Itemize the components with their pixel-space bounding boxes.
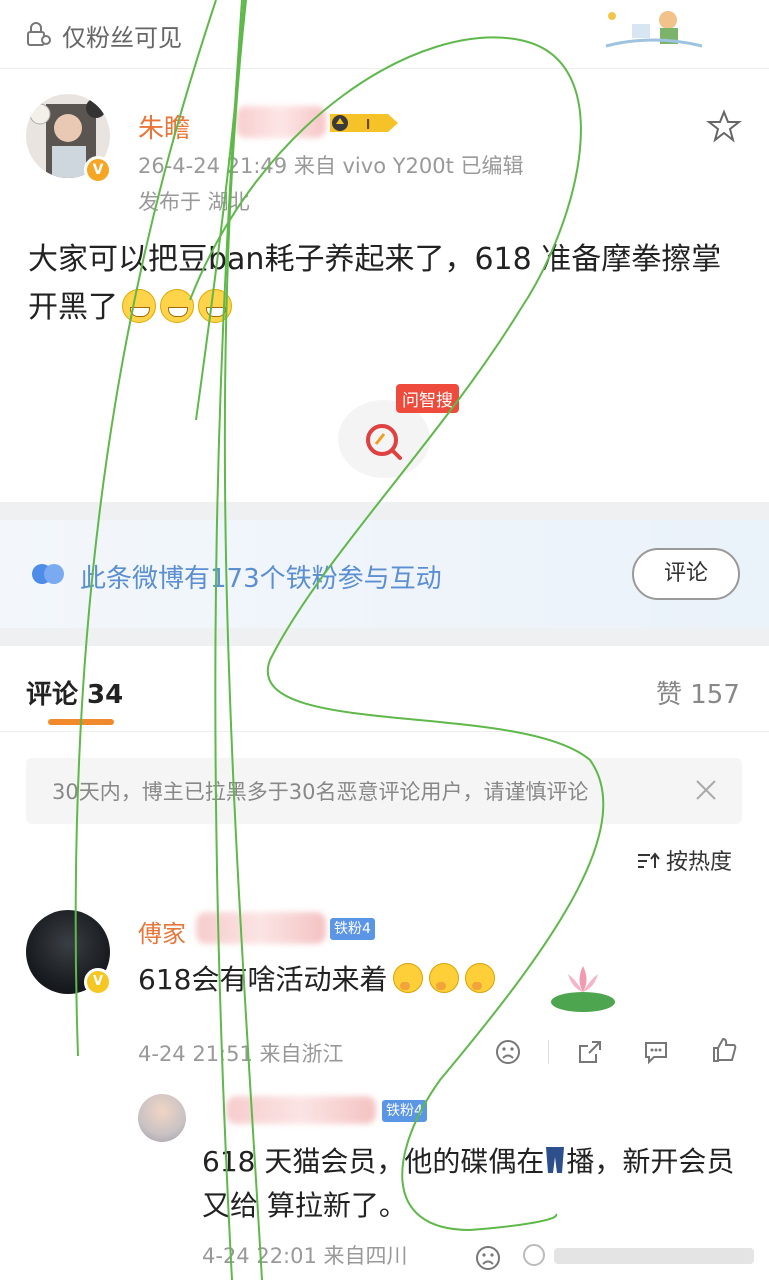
close-icon[interactable] bbox=[692, 776, 720, 804]
jeans-emoji-icon bbox=[546, 1147, 565, 1173]
dislike-face-icon[interactable] bbox=[494, 1038, 522, 1066]
grin-emoji-icon bbox=[198, 289, 232, 323]
section-divider bbox=[0, 628, 769, 646]
sort-icon bbox=[638, 852, 660, 868]
decoration-illustration bbox=[605, 11, 703, 48]
comment-text-body: 618会有啥活动来着 bbox=[138, 963, 388, 996]
name-redaction bbox=[236, 106, 326, 138]
fans-interaction-text[interactable]: 此条微博有173个铁粉参与互动 bbox=[80, 558, 442, 595]
thinking-emoji-icon bbox=[429, 963, 460, 993]
fans-visible-lock-icon bbox=[27, 22, 51, 46]
notice-text: 30天内，博主已拉黑多于30名恶意评论用户，请谨慎评论 bbox=[52, 780, 589, 804]
sort-label: 按热度 bbox=[666, 850, 733, 875]
thinking-emoji-icon bbox=[393, 963, 424, 993]
comment-button[interactable]: 评论 bbox=[632, 548, 740, 600]
author-name[interactable]: 朱瞻 bbox=[138, 108, 190, 145]
reply-meta: 4-24 22:01 来自四川 bbox=[202, 1244, 408, 1268]
tab-likes[interactable]: 赞 157 bbox=[656, 674, 740, 711]
verified-badge-icon: V bbox=[84, 156, 112, 184]
commenter-name[interactable]: 傅家 bbox=[138, 914, 186, 949]
favorite-star-icon[interactable] bbox=[706, 108, 742, 144]
comment-meta: 4-24 21:51 来自浙江 bbox=[138, 1042, 344, 1066]
fans-icon bbox=[32, 564, 64, 584]
lotus-sticker-icon bbox=[551, 966, 615, 1012]
dislike-face-icon[interactable] bbox=[474, 1244, 502, 1272]
reply-text-part1: 618 天猫会员，他的碟偶在 bbox=[202, 1145, 545, 1178]
share-icon[interactable] bbox=[576, 1038, 604, 1066]
fan-badge: 铁粉4 bbox=[330, 918, 375, 940]
reply-icon[interactable] bbox=[642, 1038, 670, 1066]
replier-avatar[interactable] bbox=[138, 1094, 186, 1142]
watermark bbox=[523, 1244, 754, 1266]
level-badge-icon: I bbox=[330, 114, 398, 133]
reply-text-part3: 算拉新了。 bbox=[266, 1189, 407, 1222]
tab-active-indicator bbox=[48, 719, 114, 725]
grin-emoji-icon bbox=[160, 289, 194, 323]
visibility-label: 仅粉丝可见 bbox=[62, 24, 182, 52]
sort-button[interactable]: 按热度 bbox=[636, 844, 732, 876]
name-redaction bbox=[226, 1096, 376, 1124]
fan-badge: 铁粉4 bbox=[382, 1100, 427, 1122]
post-location: 发布于 湖北 bbox=[138, 190, 250, 214]
reply-text: 618 天猫会员，他的碟偶在 播，新开会员又给 算拉新了。 bbox=[202, 1140, 742, 1228]
comment-text: 618会有啥活动来着 bbox=[138, 958, 496, 998]
name-redaction bbox=[196, 912, 326, 944]
tab-divider bbox=[0, 731, 769, 732]
smart-search-tag: 问智搜 bbox=[396, 384, 459, 413]
tab-comments[interactable]: 评论 34 bbox=[26, 674, 123, 711]
section-divider bbox=[0, 502, 769, 520]
action-divider bbox=[548, 1040, 549, 1064]
grin-emoji-icon bbox=[122, 289, 156, 323]
post-body: 大家可以把豆ban耗子养起来了，618 准备摩拳擦掌开黑了 bbox=[28, 236, 738, 332]
post-meta: 26-4-24 21:49 来自 vivo Y200t 已编辑 bbox=[138, 154, 524, 178]
thinking-emoji-icon bbox=[465, 963, 496, 993]
verified-badge-icon: V bbox=[84, 968, 112, 996]
level-badge-label: I bbox=[366, 116, 370, 133]
like-icon[interactable] bbox=[710, 1036, 738, 1064]
